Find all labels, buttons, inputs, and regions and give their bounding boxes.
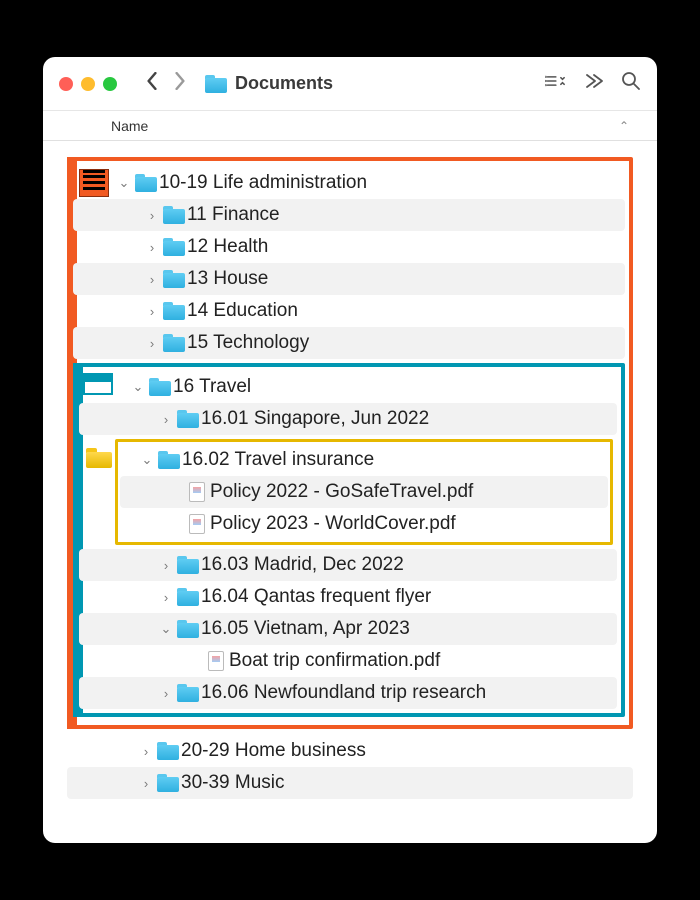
folder-row-business[interactable]: › 20-29 Home business — [67, 735, 633, 767]
chevron-down-icon[interactable]: ⌄ — [157, 621, 175, 637]
chevron-right-icon[interactable]: › — [157, 412, 175, 427]
folder-row-house[interactable]: › 13 House — [73, 263, 625, 295]
file-label: Policy 2022 - GoSafeTravel.pdf — [210, 481, 473, 503]
folder-icon — [177, 410, 199, 428]
folder-row-technology[interactable]: › 15 Technology — [73, 327, 625, 359]
folder-icon — [163, 302, 185, 320]
yellow-folder-icon — [86, 448, 112, 468]
folder-icon — [163, 206, 185, 224]
file-label: Boat trip confirmation.pdf — [229, 650, 440, 672]
folder-icon — [135, 174, 157, 192]
file-icon — [189, 514, 205, 534]
forward-button[interactable] — [173, 72, 187, 95]
folder-icon — [149, 378, 171, 396]
sort-indicator-icon: ⌃ — [619, 119, 633, 133]
folder-label: 16.05 Vietnam, Apr 2023 — [201, 618, 410, 640]
file-row-policy-2023[interactable]: Policy 2023 - WorldCover.pdf — [120, 508, 608, 540]
back-button[interactable] — [145, 72, 159, 95]
file-tree: ⌄ 10-19 Life administration › 11 Finance… — [43, 141, 657, 815]
toolbar-right — [545, 71, 641, 96]
folder-icon — [157, 742, 179, 760]
folder-row-insurance[interactable]: ⌄ 16.02 Travel insurance — [120, 444, 608, 476]
drawer-icon — [79, 169, 109, 197]
folder-label: 12 Health — [187, 236, 268, 258]
window-title: Documents — [205, 73, 537, 94]
folder-label: 16.06 Newfoundland trip research — [201, 682, 486, 704]
chevron-right-icon[interactable]: › — [143, 304, 161, 319]
folder-row-health[interactable]: › 12 Health — [73, 231, 625, 263]
file-icon — [208, 651, 224, 671]
chevron-down-icon[interactable]: ⌄ — [129, 379, 147, 395]
folder-label: 16.02 Travel insurance — [182, 449, 374, 471]
chevron-right-icon[interactable]: › — [157, 686, 175, 701]
folder-row-vietnam[interactable]: ⌄ 16.05 Vietnam, Apr 2023 — [79, 613, 617, 645]
title-text: Documents — [235, 73, 333, 94]
highlight-id-yellow: ⌄ 16.02 Travel insurance Policy 2022 - G… — [115, 439, 613, 545]
folder-icon — [158, 451, 180, 469]
highlight-category-teal: ⌄ 16 Travel › 16.01 Singapore, Jun 2022 … — [73, 363, 625, 717]
close-button[interactable] — [59, 77, 73, 91]
folder-label: 11 Finance — [187, 204, 280, 226]
folder-label: 16 Travel — [173, 376, 251, 398]
folder-icon — [177, 620, 199, 638]
minimize-button[interactable] — [81, 77, 95, 91]
search-button[interactable] — [621, 71, 641, 96]
folder-label: 13 House — [187, 268, 268, 290]
folder-row-singapore[interactable]: › 16.01 Singapore, Jun 2022 — [79, 403, 617, 435]
chevron-right-icon[interactable]: › — [143, 336, 161, 351]
window-controls — [59, 77, 117, 91]
folder-row-madrid[interactable]: › 16.03 Madrid, Dec 2022 — [79, 549, 617, 581]
chevron-right-icon[interactable]: › — [157, 590, 175, 605]
folder-icon — [163, 334, 185, 352]
folder-icon — [163, 238, 185, 256]
folder-row-finance[interactable]: › 11 Finance — [73, 199, 625, 231]
folder-row-newfoundland[interactable]: › 16.06 Newfoundland trip research — [79, 677, 617, 709]
nav-arrows — [145, 72, 187, 95]
chevron-down-icon[interactable]: ⌄ — [138, 452, 156, 468]
titlebar: Documents — [43, 57, 657, 111]
folder-row-life-admin[interactable]: ⌄ 10-19 Life administration — [73, 167, 625, 199]
folder-label: 16.01 Singapore, Jun 2022 — [201, 408, 429, 430]
folder-icon — [163, 270, 185, 288]
folder-row-qantas[interactable]: › 16.04 Qantas frequent flyer — [79, 581, 617, 613]
folder-row-travel[interactable]: ⌄ 16 Travel — [79, 371, 617, 403]
zoom-button[interactable] — [103, 77, 117, 91]
folder-label: 15 Technology — [187, 332, 309, 354]
highlight-area-orange: ⌄ 10-19 Life administration › 11 Finance… — [67, 157, 633, 729]
folder-label: 14 Education — [187, 300, 298, 322]
column-header[interactable]: Name ⌃ — [43, 111, 657, 141]
folder-label: 16.04 Qantas frequent flyer — [201, 586, 431, 608]
file-label: Policy 2023 - WorldCover.pdf — [210, 513, 456, 535]
view-options-button[interactable] — [545, 71, 565, 96]
chevron-right-icon[interactable]: › — [137, 776, 155, 791]
file-row-boat[interactable]: Boat trip confirmation.pdf — [79, 645, 617, 677]
folder-icon — [177, 588, 199, 606]
folder-icon — [205, 75, 227, 93]
folder-icon — [177, 556, 199, 574]
folder-label: 10-19 Life administration — [159, 172, 367, 194]
folder-label: 16.03 Madrid, Dec 2022 — [201, 554, 404, 576]
finder-window: Documents Name ⌃ ⌄ 10-19 Life — [43, 57, 657, 843]
window-icon — [83, 373, 113, 395]
column-name: Name — [111, 118, 148, 134]
file-row-policy-2022[interactable]: Policy 2022 - GoSafeTravel.pdf — [120, 476, 608, 508]
chevron-right-icon[interactable]: › — [143, 240, 161, 255]
folder-icon — [177, 684, 199, 702]
folder-row-education[interactable]: › 14 Education — [73, 295, 625, 327]
folder-label: 30-39 Music — [181, 772, 285, 794]
chevron-right-icon[interactable]: › — [137, 744, 155, 759]
chevron-down-icon[interactable]: ⌄ — [115, 175, 133, 191]
folder-icon — [157, 774, 179, 792]
chevron-right-icon[interactable]: › — [157, 558, 175, 573]
chevron-right-icon[interactable]: › — [143, 272, 161, 287]
folder-label: 20-29 Home business — [181, 740, 366, 762]
overflow-button[interactable] — [583, 71, 603, 96]
file-icon — [189, 482, 205, 502]
chevron-right-icon[interactable]: › — [143, 208, 161, 223]
folder-row-music[interactable]: › 30-39 Music — [67, 767, 633, 799]
